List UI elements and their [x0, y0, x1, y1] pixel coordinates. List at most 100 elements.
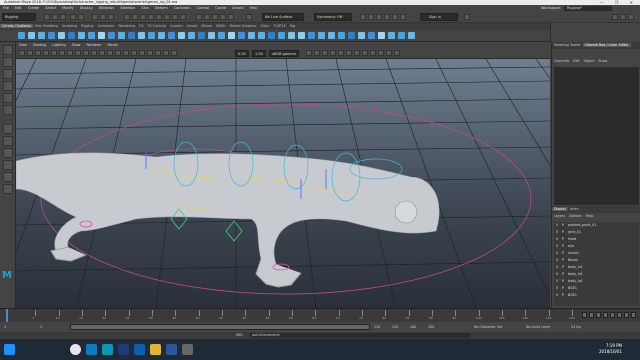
- shelf-tool-icon[interactable]: [78, 32, 85, 39]
- menu-channels[interactable]: Channels: [552, 59, 571, 63]
- shelf-tool-icon[interactable]: [318, 32, 325, 39]
- shelf-tool-icon[interactable]: [378, 32, 385, 39]
- viewport-tool-icon[interactable]: [43, 50, 49, 56]
- photoshop-icon[interactable]: [118, 344, 129, 355]
- shelf-tab-fx-caching[interactable]: FX Caching: [145, 24, 168, 28]
- shelf-tool-icon[interactable]: [398, 32, 405, 39]
- shelf-tool-icon[interactable]: [358, 32, 365, 39]
- panel-menu-lighting[interactable]: Lighting: [49, 43, 68, 47]
- viewport-tool-icon[interactable]: [314, 50, 320, 56]
- viewport-tool-icon[interactable]: [51, 50, 57, 56]
- tab-anim-layers[interactable]: Anim: [568, 207, 580, 211]
- paint-select-tool-icon[interactable]: [3, 69, 13, 79]
- mask-icon[interactable]: [164, 14, 170, 20]
- outliner-layout-icon[interactable]: [3, 160, 13, 170]
- viewport-tool-icon[interactable]: [306, 50, 312, 56]
- prev-key-icon[interactable]: [589, 312, 594, 318]
- viewport-tool-icon[interactable]: [338, 50, 344, 56]
- windows-start-icon[interactable]: [4, 344, 15, 355]
- shelf-tool-icon[interactable]: [148, 32, 155, 39]
- shelf-tool-icon[interactable]: [38, 32, 45, 39]
- shelf-tool-icon[interactable]: [28, 32, 35, 39]
- history-icon[interactable]: [246, 14, 252, 20]
- menu-constrain[interactable]: Constrain: [171, 6, 194, 10]
- shelf-tool-icon[interactable]: [408, 32, 415, 39]
- shelf-tool-icon[interactable]: [178, 32, 185, 39]
- snap-grid-icon[interactable]: [196, 14, 202, 20]
- menu-file[interactable]: File: [0, 6, 12, 10]
- toggle-attribute-editor-icon[interactable]: [612, 14, 618, 20]
- select-tool-icon[interactable]: [3, 45, 13, 55]
- taskbar-clock[interactable]: 7:19 PM 2018/10/01: [599, 343, 622, 355]
- mask-icon[interactable]: [156, 14, 162, 20]
- shelf-tool-icon[interactable]: [278, 32, 285, 39]
- shelf-tab-animation[interactable]: Animation: [96, 24, 117, 28]
- viewport-tool-icon[interactable]: [99, 50, 105, 56]
- shelf-tab-turtle[interactable]: TURTLE: [271, 24, 287, 28]
- new-scene-icon[interactable]: [44, 14, 50, 20]
- fps-dropdown[interactable]: 24 fps: [571, 322, 581, 332]
- save-scene-icon[interactable]: [60, 14, 66, 20]
- range-end-field[interactable]: 120: [392, 322, 398, 332]
- layer-row[interactable]: V Pbody_lo1: [556, 271, 640, 278]
- tab-modeling-toolkit[interactable]: Modeling Toolkit: [552, 43, 583, 47]
- viewport-tool-icon[interactable]: [163, 50, 169, 56]
- mel-input[interactable]: pointConstraint;: [250, 333, 470, 338]
- range-outer-end2-field[interactable]: 200: [428, 322, 434, 332]
- menu-modify[interactable]: Modify: [59, 6, 77, 10]
- shelf-tab-mash[interactable]: MASH: [214, 24, 228, 28]
- viewport-tool-icon[interactable]: [115, 50, 121, 56]
- toggle-tool-settings-icon[interactable]: [620, 14, 626, 20]
- sign-in-button[interactable]: Sign In: [420, 13, 458, 21]
- viewport-tool-icon[interactable]: [378, 50, 384, 56]
- panel-menu-shading[interactable]: Shading: [30, 43, 49, 47]
- mask-icon[interactable]: [148, 14, 154, 20]
- shelf-tab-rig[interactable]: Rig: [288, 24, 297, 28]
- shelf-tool-icon[interactable]: [248, 32, 255, 39]
- shelf-tab-motion-graphics[interactable]: Motion Graphics: [228, 24, 259, 28]
- layer-row[interactable]: V P Bones: [556, 257, 640, 264]
- shelf-tool-icon[interactable]: [268, 32, 275, 39]
- viewport-tool-icon[interactable]: [67, 50, 73, 56]
- layer-row[interactable]: V Pmouth: [556, 250, 640, 257]
- shelf-tab-poly-modeling[interactable]: Poly Modeling: [33, 24, 60, 28]
- folder-icon[interactable]: [150, 344, 161, 355]
- shelf-tool-icon[interactable]: [388, 32, 395, 39]
- menu-cache[interactable]: Cache: [212, 6, 229, 10]
- mask-icon[interactable]: [124, 14, 130, 20]
- shelf-tab-rendering[interactable]: Rendering: [116, 24, 137, 28]
- range-start-field[interactable]: 1: [4, 322, 6, 332]
- shelf-tool-icon[interactable]: [58, 32, 65, 39]
- mail-icon[interactable]: [134, 344, 145, 355]
- shelf-tool-icon[interactable]: [298, 32, 305, 39]
- viewport-tool-icon[interactable]: [155, 50, 161, 56]
- prev-frame-icon[interactable]: [596, 312, 601, 318]
- shelf-tool-icon[interactable]: [98, 32, 105, 39]
- word-icon[interactable]: [166, 344, 177, 355]
- menu-object[interactable]: Object: [582, 59, 597, 63]
- shelf-tool-icon[interactable]: [218, 32, 225, 39]
- render-settings-icon[interactable]: [376, 14, 382, 20]
- 3d-viewport[interactable]: [16, 59, 550, 308]
- snap-surface-icon[interactable]: [228, 14, 234, 20]
- hypershade-icon[interactable]: [384, 14, 390, 20]
- shelf-tool-icon[interactable]: [238, 32, 245, 39]
- arnold-icon[interactable]: [400, 14, 406, 20]
- menu-help[interactable]: Help: [247, 6, 261, 10]
- live-surface-field[interactable]: No Live Surface: [262, 13, 304, 21]
- mask-icon[interactable]: [132, 14, 138, 20]
- panel-menu-show[interactable]: Show: [69, 43, 84, 47]
- move-tool-icon[interactable]: [3, 81, 13, 91]
- viewport-tool-icon[interactable]: [139, 50, 145, 56]
- menu-skeleton[interactable]: Skeleton: [117, 6, 138, 10]
- viewport-tool-icon[interactable]: [354, 50, 360, 56]
- shelf-tool-icon[interactable]: [348, 32, 355, 39]
- render-icon[interactable]: [360, 14, 366, 20]
- shelf-tab-xgen[interactable]: XGen: [258, 24, 271, 28]
- next-key-icon[interactable]: [624, 312, 629, 318]
- panel-menu-renderer[interactable]: Renderer: [83, 43, 104, 47]
- shelf-tool-icon[interactable]: [18, 32, 25, 39]
- shelf-tab-sculpting[interactable]: Sculpting: [60, 24, 79, 28]
- shelf-tool-icon[interactable]: [108, 32, 115, 39]
- viewport-tool-icon[interactable]: [123, 50, 129, 56]
